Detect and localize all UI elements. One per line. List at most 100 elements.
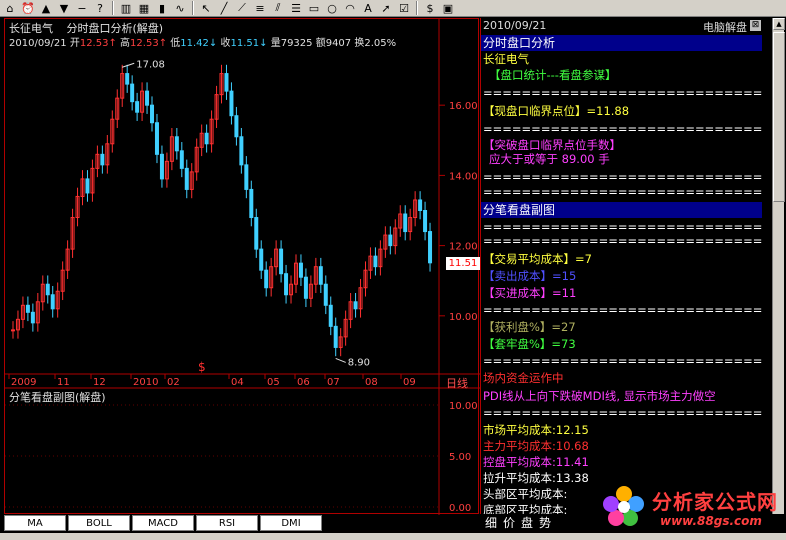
- amount-label: 额: [315, 38, 326, 49]
- info-date: 2010/09/21: [483, 19, 547, 32]
- separator: ================================: [483, 354, 762, 368]
- quote-row: 2010/09/21 开12.53↑ 高12.53↑ 低11.42↓ 收11.5…: [9, 34, 396, 49]
- tab-dmi[interactable]: DMI: [260, 515, 322, 531]
- candle-icon[interactable]: ▮: [154, 1, 170, 15]
- break-value: 应大于或等于 89.00 手: [489, 152, 610, 166]
- candle-body: [100, 153, 105, 166]
- minus-icon[interactable]: −: [74, 1, 90, 15]
- line-draw-icon[interactable]: ╱: [216, 1, 232, 15]
- vertical-scrollbar[interactable]: ▲: [772, 18, 785, 514]
- separator: ================================: [483, 86, 762, 100]
- watermark-text: 分析家公式网: [652, 490, 778, 514]
- candle-body: [373, 255, 378, 268]
- y-tick-label: 10.00: [449, 312, 478, 323]
- critical-level: 【现盘口临界点位】=11.88: [483, 104, 630, 118]
- candle-body: [353, 301, 358, 310]
- circle-icon[interactable]: ○: [324, 1, 340, 15]
- x-tick-label: 12: [93, 377, 106, 388]
- candle-body: [244, 164, 249, 190]
- candle-body: [224, 73, 229, 92]
- separator: ================================: [483, 185, 762, 199]
- trough-label: 8.90: [348, 357, 370, 368]
- x-tick-label: 02: [167, 377, 180, 388]
- x-tick-label: 08: [365, 377, 378, 388]
- market-cost: 市场平均成本:12.15: [483, 423, 589, 437]
- arrow-down-icon[interactable]: ▼: [56, 1, 72, 15]
- pull-cost: 拉升平均成本:13.38: [483, 471, 589, 485]
- arc-icon[interactable]: ◠: [342, 1, 358, 15]
- high-value: 12.53: [130, 38, 159, 49]
- info-tab-2[interactable]: 盘: [520, 514, 535, 532]
- help-icon[interactable]: ?: [92, 1, 108, 15]
- toolbar-separator: [192, 1, 194, 15]
- tab-macd[interactable]: MACD: [132, 515, 194, 531]
- section-title-fenbi: 分笔看盘副图: [481, 202, 762, 218]
- dollar-icon[interactable]: $: [422, 1, 438, 15]
- rect-icon[interactable]: ▭: [306, 1, 322, 15]
- fund-title: 场内资金运作中: [483, 371, 564, 385]
- info-stock-name: 长征电气: [483, 52, 529, 66]
- candle-body: [403, 213, 408, 233]
- status-bar: [0, 533, 786, 540]
- candle-body: [303, 276, 308, 299]
- x-tick-label: 2010: [133, 377, 158, 388]
- candlestick-chart[interactable]: 16.00 14.00 12.00 10.00 2009 11 12 2010 02 04 05 06…: [5, 19, 480, 515]
- chart-icon[interactable]: ▥: [118, 1, 134, 15]
- info-tab-3[interactable]: 势: [538, 514, 553, 532]
- toolbar-separator: [112, 1, 114, 15]
- candle-body: [50, 294, 55, 310]
- candle-body: [284, 273, 289, 296]
- info-tab-bar: 细价盘势: [484, 514, 553, 532]
- cursor-icon[interactable]: ↖: [198, 1, 214, 15]
- candle-body: [150, 104, 155, 124]
- scroll-up-icon[interactable]: ▲: [773, 18, 785, 30]
- period-label[interactable]: 日线: [446, 375, 468, 391]
- info-tab-0[interactable]: 细: [484, 514, 499, 532]
- sub-tick-label: 10.00: [449, 401, 478, 412]
- text-icon[interactable]: A: [360, 1, 376, 15]
- candle-body: [179, 150, 184, 169]
- candle-body: [229, 90, 234, 117]
- arrow-up-icon[interactable]: ▲: [38, 1, 54, 15]
- grid-icon[interactable]: ▦: [136, 1, 152, 15]
- candle-body: [174, 136, 179, 152]
- candle-body: [85, 178, 90, 194]
- separator: ================================: [483, 122, 762, 136]
- buy-cost: 【买进成本】=11: [483, 286, 577, 300]
- alarm-icon[interactable]: ⏰: [20, 1, 36, 15]
- candle-body: [279, 248, 284, 275]
- open-value: 12.53: [79, 38, 109, 49]
- candle-body: [159, 153, 164, 180]
- fib-icon[interactable]: ☰: [288, 1, 304, 15]
- candle-body: [204, 132, 209, 145]
- home-icon[interactable]: ⌂: [2, 1, 18, 15]
- vol-value: 79325: [280, 38, 313, 49]
- low-label: 低: [170, 38, 181, 49]
- ray-icon[interactable]: ⟋: [234, 1, 250, 15]
- checkbox-icon[interactable]: ☑: [396, 1, 412, 15]
- separator: ================================: [483, 234, 762, 248]
- candle-body: [45, 283, 50, 296]
- tab-rsi[interactable]: RSI: [196, 515, 258, 531]
- candle-body: [249, 188, 254, 219]
- save-icon[interactable]: ▣: [440, 1, 456, 15]
- info-tab-1[interactable]: 价: [502, 514, 517, 532]
- open-label: 开: [69, 38, 80, 49]
- close-icon[interactable]: ⊠: [750, 20, 761, 31]
- candle-body: [388, 234, 393, 247]
- x-tick-label: 2009: [11, 377, 36, 388]
- x-tick-label: 07: [327, 377, 340, 388]
- watermark: 分析家公式网 www.88gs.com: [600, 478, 784, 538]
- text-lines-icon[interactable]: ≡: [252, 1, 268, 15]
- arrow-icon[interactable]: ➚: [378, 1, 394, 15]
- section-title-pankou: 分时盘口分析: [481, 35, 762, 51]
- scroll-thumb[interactable]: [773, 32, 785, 202]
- amount-value: 9407: [325, 38, 352, 49]
- y-tick-label: 12.00: [449, 242, 478, 253]
- channel-icon[interactable]: ⫽: [270, 1, 286, 15]
- curve-icon[interactable]: ∿: [172, 1, 188, 15]
- sub-tick-label: 5.00: [449, 452, 471, 463]
- candle-body: [234, 115, 239, 138]
- tab-boll[interactable]: BOLL: [68, 515, 130, 531]
- tab-ma[interactable]: MA: [4, 515, 66, 531]
